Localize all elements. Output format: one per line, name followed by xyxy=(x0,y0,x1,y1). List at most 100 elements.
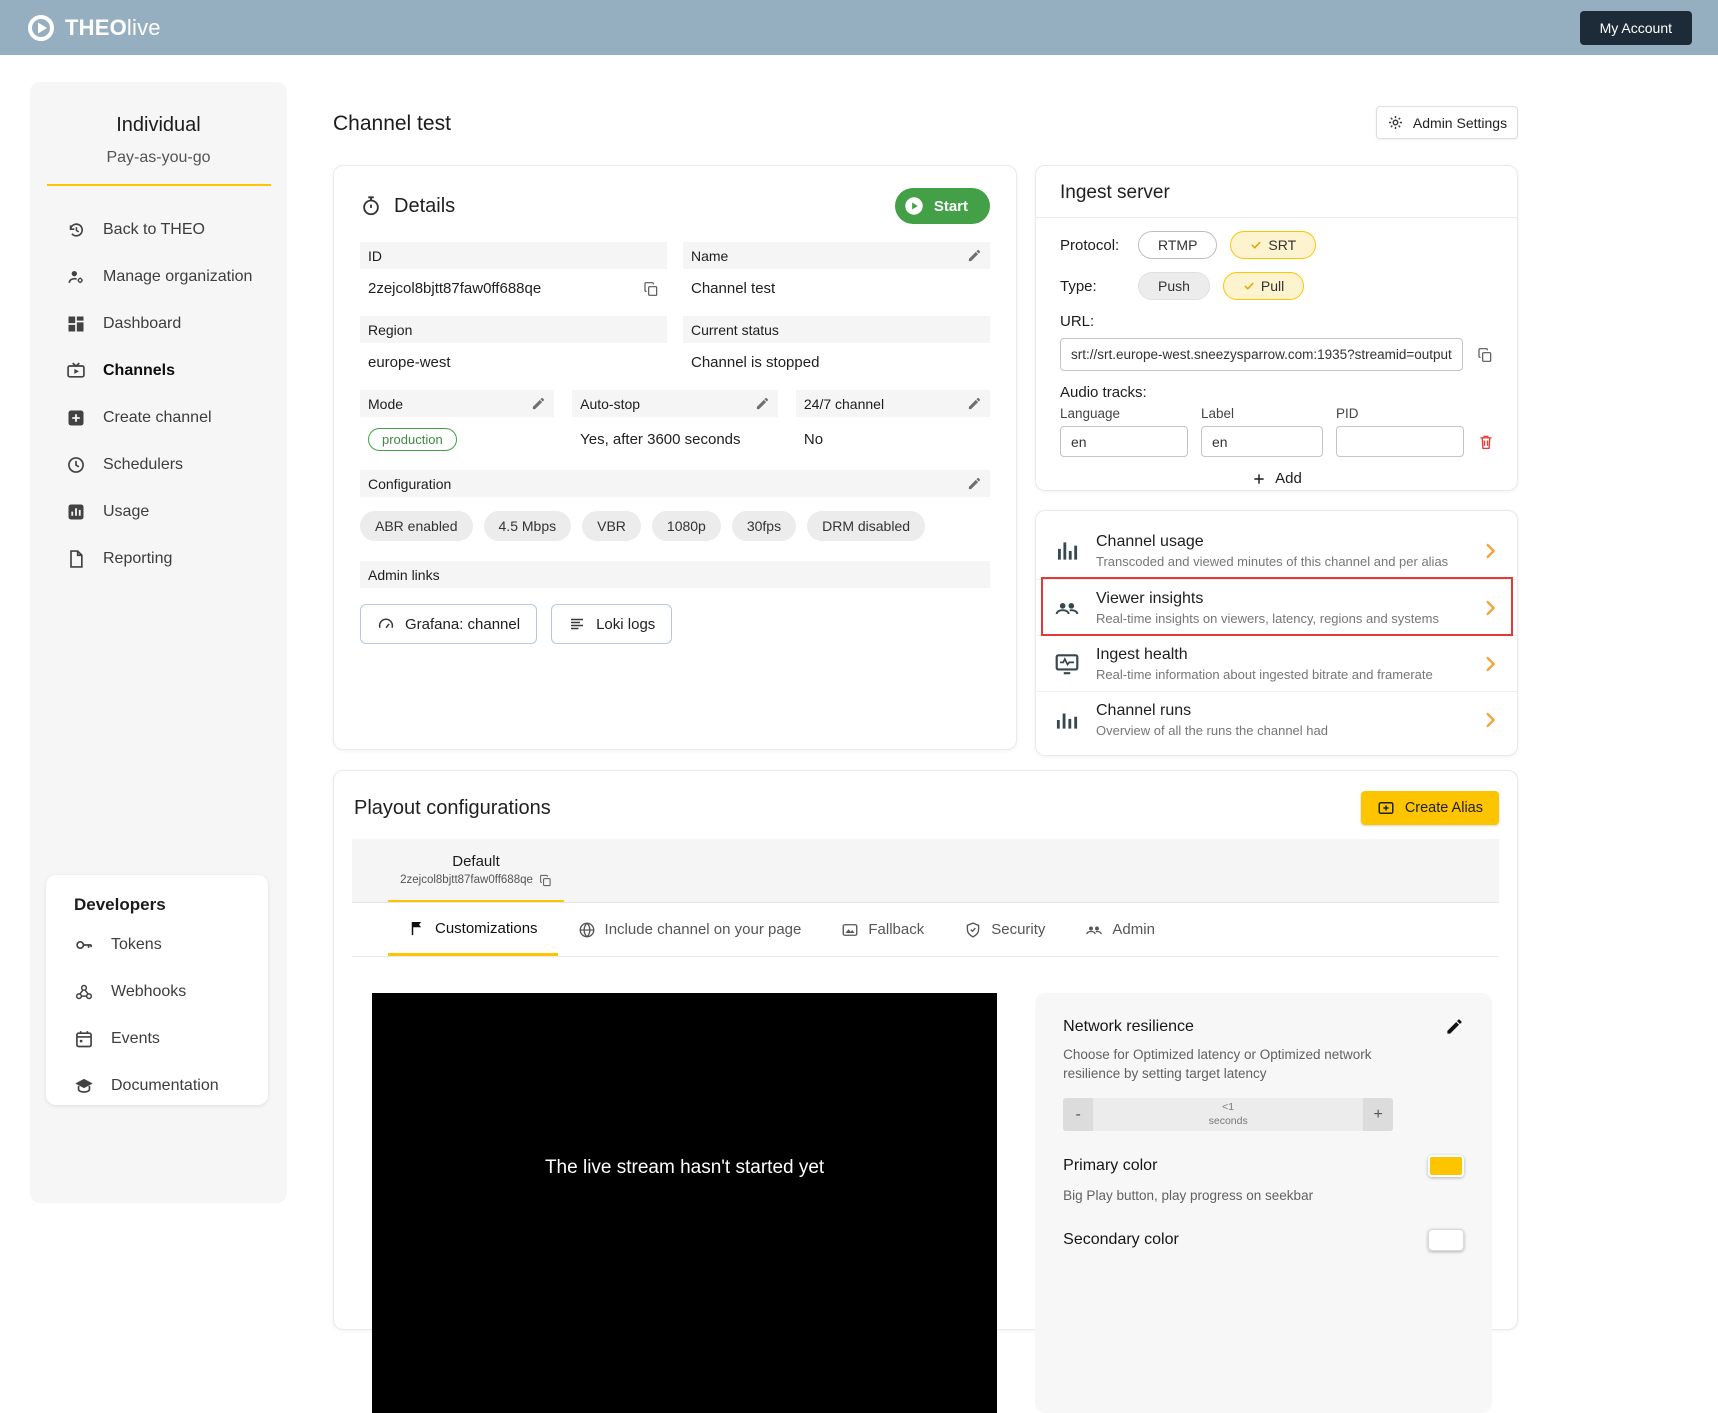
primary-color-title: Primary color xyxy=(1063,1157,1157,1175)
details-card: Details Start ID Name 2zejcol8bjtt87faw0… xyxy=(333,165,1017,750)
primary-color-description: Big Play button, play progress on seekba… xyxy=(1063,1186,1383,1205)
sidebar-item-schedulers[interactable]: Schedulers xyxy=(66,455,287,475)
primary-color-swatch[interactable] xyxy=(1428,1155,1464,1177)
audio-label-header: Label xyxy=(1201,406,1323,426)
plus-icon xyxy=(1251,471,1267,487)
sidebar-item-usage[interactable]: Usage xyxy=(66,502,287,522)
edit-mode-icon[interactable] xyxy=(531,396,546,411)
calendar-icon xyxy=(74,1029,94,1049)
edit-configuration-icon[interactable] xyxy=(967,476,982,491)
add-audio-track-button[interactable]: Add xyxy=(1251,470,1302,487)
autostop-label: Auto-stop xyxy=(572,390,778,417)
sidebar-item-events[interactable]: Events xyxy=(74,1029,268,1049)
play-circle-icon xyxy=(903,195,925,217)
alias-tab-default[interactable]: Default 2zejcol8bjtt87faw0ff688qe xyxy=(388,839,564,902)
viewer-insights-link[interactable]: Viewer insights Real-time insights on vi… xyxy=(1036,579,1517,635)
latency-value-display: <1 seconds xyxy=(1093,1098,1363,1131)
player-message: The live stream hasn't started yet xyxy=(545,1157,824,1179)
link-title: Viewer insights xyxy=(1096,590,1463,608)
channel-usage-link[interactable]: Channel usage Transcoded and viewed minu… xyxy=(1036,523,1517,579)
latency-increase-button[interactable]: + xyxy=(1363,1098,1393,1131)
edit-name-icon[interactable] xyxy=(967,248,982,263)
copy-id-icon[interactable] xyxy=(643,281,659,297)
log-lines-icon xyxy=(568,615,586,633)
audio-pid-input[interactable] xyxy=(1336,426,1464,457)
sidebar-item-manage-organization[interactable]: Manage organization xyxy=(66,267,287,287)
brand[interactable]: THEOlive xyxy=(26,13,161,43)
create-alias-button[interactable]: Create Alias xyxy=(1361,791,1499,825)
sidebar-item-tokens[interactable]: Tokens xyxy=(74,935,268,955)
my-account-button[interactable]: My Account xyxy=(1580,11,1692,45)
type-label: Type: xyxy=(1060,278,1138,295)
sidebar-item-channels[interactable]: Channels xyxy=(66,361,287,381)
sidebar-item-dashboard[interactable]: Dashboard xyxy=(66,314,287,334)
secondary-color-swatch[interactable] xyxy=(1428,1229,1464,1251)
chevron-right-icon xyxy=(1479,540,1501,562)
alias-id: 2zejcol8bjtt87faw0ff688qe xyxy=(400,874,533,886)
usage-chart-icon xyxy=(66,502,86,522)
admin-links-label: Admin links xyxy=(360,561,990,588)
history-icon xyxy=(66,220,86,240)
tab-admin[interactable]: Admin xyxy=(1065,903,1175,956)
edit-network-resilience-icon[interactable] xyxy=(1445,1017,1464,1036)
chevron-right-icon xyxy=(1479,653,1501,675)
tab-include-channel[interactable]: Include channel on your page xyxy=(558,903,822,956)
status-value: Channel is stopped xyxy=(683,343,990,390)
sidebar-item-reporting[interactable]: Reporting xyxy=(66,549,287,569)
edit-autostop-icon[interactable] xyxy=(755,396,770,411)
sidebar-item-label: Documentation xyxy=(111,1077,219,1095)
check-icon xyxy=(1250,239,1262,251)
gear-icon xyxy=(1387,114,1404,131)
start-button[interactable]: Start xyxy=(895,188,990,224)
tab-customizations[interactable]: Customizations xyxy=(388,903,558,956)
name-value: Channel test xyxy=(683,269,990,316)
sidebar-item-documentation[interactable]: Documentation xyxy=(74,1076,268,1096)
sidebar-item-webhooks[interactable]: Webhooks xyxy=(74,982,268,1002)
video-player[interactable]: The live stream hasn't started yet xyxy=(372,993,997,1413)
url-label: URL: xyxy=(1060,313,1493,330)
dashboard-icon xyxy=(66,314,86,334)
copy-url-icon[interactable] xyxy=(1477,347,1493,363)
developers-title: Developers xyxy=(74,895,268,915)
chevron-right-icon xyxy=(1479,709,1501,731)
bar-chart-icon xyxy=(1054,538,1080,564)
plan-subtitle: Pay-as-you-go xyxy=(47,149,271,186)
copy-alias-id-icon[interactable] xyxy=(539,874,552,887)
type-push-chip[interactable]: Push xyxy=(1138,272,1210,300)
add-square-icon xyxy=(66,408,86,428)
protocol-rtmp-chip[interactable]: RTMP xyxy=(1138,231,1217,259)
protocol-srt-chip[interactable]: SRT xyxy=(1230,231,1316,259)
tab-fallback[interactable]: Fallback xyxy=(821,903,944,956)
admin-settings-button[interactable]: Admin Settings xyxy=(1376,106,1518,139)
channel-links-card: Channel usage Transcoded and viewed minu… xyxy=(1035,510,1518,756)
graduation-cap-icon xyxy=(74,1076,94,1096)
ingest-url-input[interactable] xyxy=(1060,338,1463,371)
shield-icon xyxy=(964,921,982,939)
channel-runs-link[interactable]: Channel runs Overview of all the runs th… xyxy=(1036,691,1517,747)
network-resilience-description: Choose for Optimized latency or Optimize… xyxy=(1063,1045,1383,1083)
type-pull-chip[interactable]: Pull xyxy=(1223,272,1304,300)
add-box-icon xyxy=(1377,799,1395,817)
webhook-icon xyxy=(74,982,94,1002)
grafana-channel-button[interactable]: Grafana: channel xyxy=(360,604,537,644)
admin-people-icon xyxy=(1085,921,1103,939)
ingest-server-title: Ingest server xyxy=(1036,182,1517,218)
tab-security[interactable]: Security xyxy=(944,903,1065,956)
sidebar-item-label: Create channel xyxy=(103,409,212,427)
audio-label-input[interactable] xyxy=(1201,426,1323,457)
audio-language-input[interactable] xyxy=(1060,426,1188,457)
gauge-icon xyxy=(377,615,395,633)
latency-decrease-button[interactable]: - xyxy=(1063,1098,1093,1131)
ingest-health-link[interactable]: Ingest health Real-time information abou… xyxy=(1036,635,1517,691)
id-value-row: 2zejcol8bjtt87faw0ff688qe xyxy=(360,269,667,316)
mode-label: Mode xyxy=(360,390,554,417)
secondary-color-title: Secondary color xyxy=(1063,1231,1179,1249)
loki-logs-button[interactable]: Loki logs xyxy=(551,604,672,644)
edit-channel247-icon[interactable] xyxy=(967,396,982,411)
sidebar-item-label: Manage organization xyxy=(103,268,252,286)
sidebar-item-create-channel[interactable]: Create channel xyxy=(66,408,287,428)
delete-audio-track-icon[interactable] xyxy=(1477,433,1495,451)
sidebar-item-back-to-theo[interactable]: Back to THEO xyxy=(66,220,287,240)
sidebar-menu: Back to THEO Manage organization Dashboa… xyxy=(30,220,287,569)
alias-name: Default xyxy=(452,853,500,870)
